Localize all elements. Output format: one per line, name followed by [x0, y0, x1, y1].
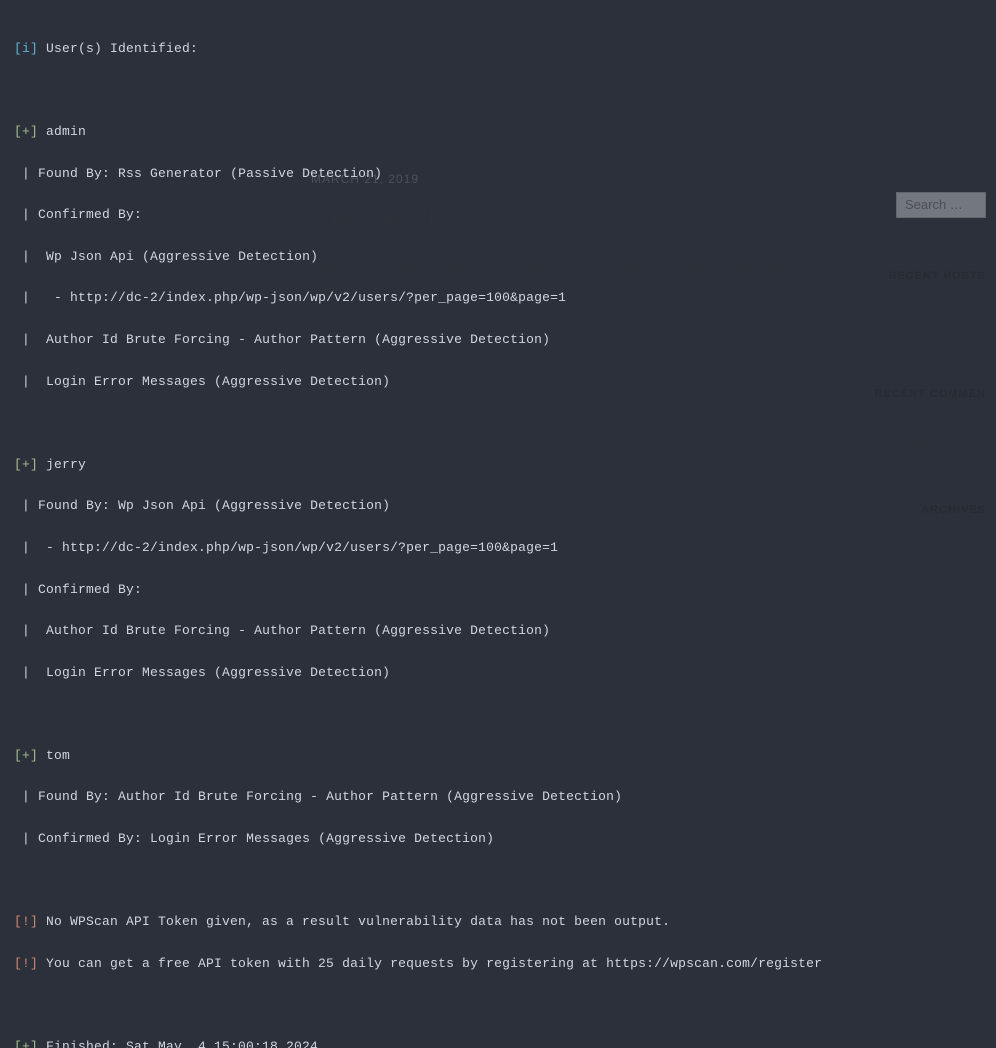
terminal-text: Author Id Brute Forcing - Author Pattern…: [30, 332, 550, 347]
terminal-text: Found By: Rss Generator (Passive Detecti…: [30, 166, 382, 181]
terminal-text: User(s) Identified:: [38, 41, 198, 56]
pipe: |: [22, 290, 30, 305]
terminal-text: Found By: Wp Json Api (Aggressive Detect…: [30, 498, 390, 513]
warn-tag: [!]: [14, 956, 38, 971]
terminal-text: Confirmed By:: [30, 207, 142, 222]
user-name: tom: [38, 748, 70, 763]
user-name: jerry: [38, 457, 86, 472]
terminal-text: No WPScan API Token given, as a result v…: [38, 914, 670, 929]
terminal-text: Confirmed By:: [30, 582, 142, 597]
terminal-text: Author Id Brute Forcing - Author Pattern…: [30, 623, 550, 638]
archives-label: ARCHIVES: [921, 502, 986, 520]
terminal-text: Confirmed By: Login Error Messages (Aggr…: [30, 831, 494, 846]
plus-tag: [+]: [14, 1039, 38, 1048]
pipe: |: [22, 540, 30, 555]
plus-tag: [+]: [14, 457, 38, 472]
terminal-text: Login Error Messages (Aggressive Detecti…: [30, 665, 390, 680]
pipe: |: [22, 623, 30, 638]
pipe: |: [22, 831, 30, 846]
pipe: |: [22, 789, 30, 804]
terminal-text: Finished: Sat May 4 15:00:18 2024: [38, 1039, 318, 1048]
plus-tag: [+]: [14, 124, 38, 139]
recent-comment-link[interactable]: A WordPress Co: [890, 434, 986, 455]
terminal-text: Wp Json Api (Aggressive Detection): [30, 249, 318, 264]
terminal-text: Found By: Author Id Brute Forcing - Auth…: [30, 789, 622, 804]
info-tag: [i]: [14, 41, 38, 56]
user-name: admin: [38, 124, 86, 139]
pipe: |: [22, 207, 30, 222]
pipe: |: [22, 166, 30, 181]
pipe: |: [22, 498, 30, 513]
terminal-text: You can get a free API token with 25 dai…: [38, 956, 822, 971]
terminal-text: - http://dc-2/index.php/wp-json/wp/v2/us…: [30, 540, 558, 555]
pipe: |: [22, 249, 30, 264]
recent-posts-label: RECENT POSTS: [888, 268, 986, 286]
pipe: |: [22, 332, 30, 347]
terminal-output: [i] User(s) Identified: [+] admin | Foun…: [0, 0, 885, 524]
plus-tag: [+]: [14, 748, 38, 763]
pipe: |: [22, 374, 30, 389]
recent-comments-label: RECENT COMMEN: [875, 386, 986, 404]
terminal-text: Login Error Messages (Aggressive Detecti…: [30, 374, 390, 389]
search-input[interactable]: Search …: [896, 192, 986, 218]
warn-tag: [!]: [14, 914, 38, 929]
pipe: |: [22, 665, 30, 680]
terminal-text: - http://dc-2/index.php/wp-json/wp/v2/us…: [30, 290, 566, 305]
recent-post-link[interactable]: Hello world!: [918, 318, 986, 339]
pipe: |: [22, 582, 30, 597]
